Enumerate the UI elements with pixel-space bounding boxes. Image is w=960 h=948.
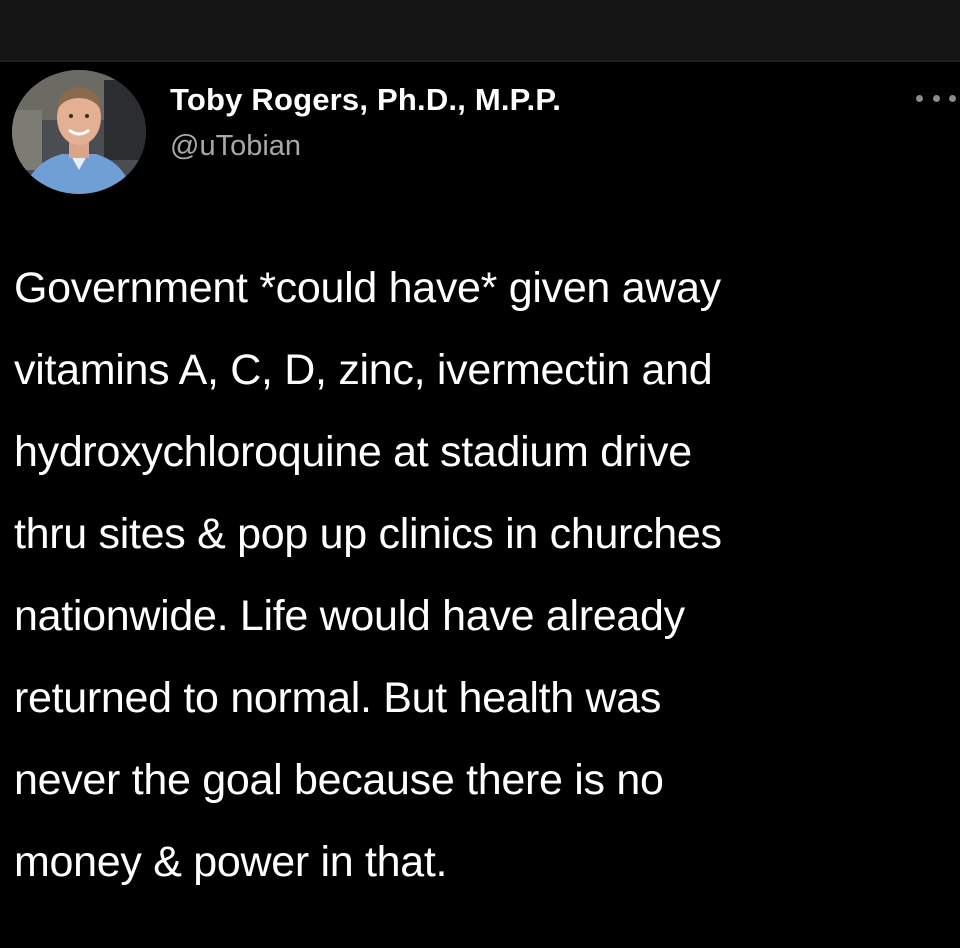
tweet-card: Toby Rogers, Ph.D., M.P.P. @uTobian Gove… bbox=[0, 62, 960, 948]
ellipsis-icon bbox=[949, 94, 956, 102]
author-handle[interactable]: @uTobian bbox=[170, 130, 301, 163]
more-options-button[interactable] bbox=[916, 90, 956, 106]
ellipsis-icon bbox=[932, 94, 940, 102]
tweet-text: Government *could have* given away vitam… bbox=[14, 264, 722, 886]
top-bar bbox=[0, 0, 960, 60]
author-name[interactable]: Toby Rogers, Ph.D., M.P.P. bbox=[170, 82, 561, 118]
ellipsis-icon bbox=[916, 94, 923, 102]
avatar[interactable] bbox=[12, 70, 146, 194]
profile-photo-icon bbox=[12, 70, 146, 194]
